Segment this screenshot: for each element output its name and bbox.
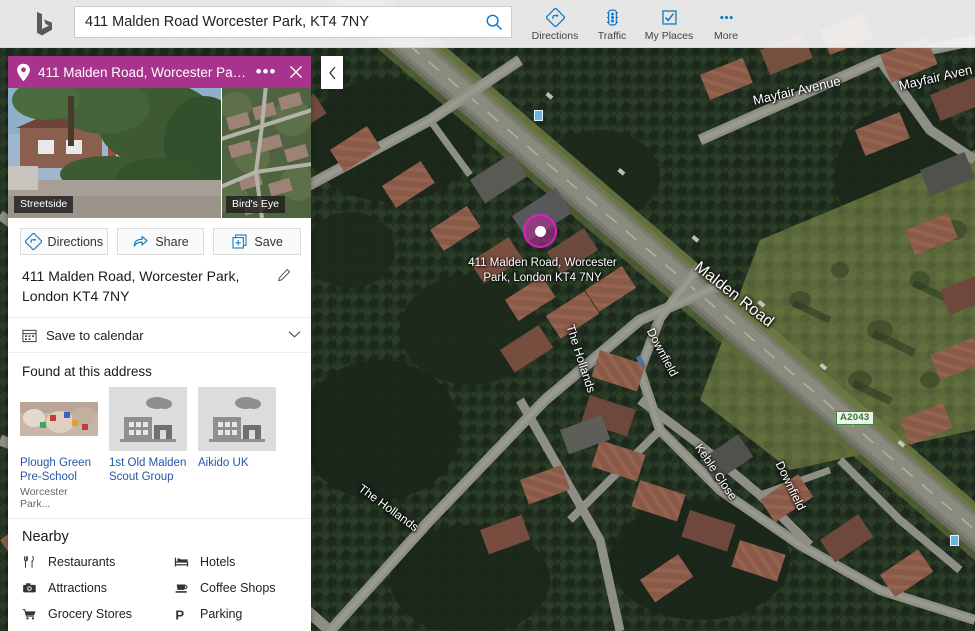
toolbar-item-my-places[interactable]: My Places [638,2,700,42]
chevron-left-icon [328,66,335,79]
address-text: 411 Malden Road, Worcester Park, London … [22,268,240,304]
directions-icon [545,6,565,28]
bing-maps-app: A2043 Mayfair Avenue Mayfair Aven Malden… [0,0,975,631]
business-name[interactable]: Aikido UK [198,457,276,471]
parking-p-icon: P [174,607,200,621]
directions-button[interactable]: Directions [20,228,108,255]
save-button-label: Save [254,234,283,249]
address-block: 411 Malden Road, Worcester Park, London … [8,264,311,317]
bing-logo-icon[interactable] [28,8,60,40]
camera-icon [22,581,48,595]
save-plus-icon [232,234,247,249]
nearby-item-restaurants[interactable]: Restaurants [22,549,174,575]
toolbar-items: Directions Traffic My Places More [524,2,752,42]
share-button-label: Share [155,234,189,249]
nearby-item-attractions[interactable]: Attractions [22,575,174,601]
business-thumbnail-placeholder [109,387,187,451]
ellipsis-icon: ••• [255,62,277,81]
nearby-item-hotels[interactable]: Hotels [174,549,311,575]
panel-more-button[interactable]: ••• [251,56,281,88]
birdseye-thumbnail[interactable]: Bird's Eye [221,88,311,218]
share-icon [134,235,148,247]
streetside-label: Streetside [14,196,74,213]
toolbar-label-traffic: Traffic [597,30,627,42]
cutlery-icon [22,555,48,569]
business-name[interactable]: 1st Old Malden Scout Group [109,457,187,484]
business-location: Worcester Park... [20,486,68,510]
business-thumbnail-photo [20,387,98,451]
nearby-item-grocery-stores[interactable]: Grocery Stores [22,601,174,627]
search-box[interactable] [74,6,512,38]
address-edit-button[interactable] [277,266,299,287]
traffic-light-icon [603,6,622,28]
nearby-item-coffee-shops[interactable]: Coffee Shops [174,575,311,601]
close-icon [290,66,302,78]
toolbar-item-directions[interactable]: Directions [524,2,586,42]
panel-header: 411 Malden Road, Worcester Park, L... ••… [8,56,311,88]
pin-center-dot [534,225,546,237]
panel-title: 411 Malden Road, Worcester Park, L... [38,64,251,80]
toolbar-label-more: More [714,30,738,42]
bed-icon [174,555,200,569]
streetside-thumbnail[interactable]: Streetside [8,88,221,218]
business-thumbnail-placeholder [198,387,276,451]
coffee-cup-icon [174,581,200,595]
map-poi-icon[interactable] [534,110,543,121]
toolbar-item-traffic[interactable]: Traffic [588,2,636,42]
nearby-label: Attractions [48,581,108,595]
found-at-address-title: Found at this address [22,364,152,379]
save-button[interactable]: Save [213,228,302,255]
nearby-item-search[interactable]: Search [22,627,174,631]
nearby-title: Nearby [22,529,69,545]
nearby-item-parking[interactable]: P Parking [174,601,311,627]
business-name[interactable]: Plough Green Pre-School [20,457,98,484]
panel-close-button[interactable] [281,56,311,88]
save-to-calendar-row[interactable]: Save to calendar [8,318,311,352]
search-icon [486,14,502,30]
top-toolbar: Directions [0,0,975,48]
panel-hero-images: Streetside Bird's Eye [8,88,311,218]
calendar-icon [22,328,46,343]
share-button[interactable]: Share [116,228,205,255]
birdseye-label: Bird's Eye [226,196,285,213]
search-button[interactable] [477,7,511,37]
shopping-cart-icon [22,607,48,621]
toolbar-item-more[interactable]: More [702,2,750,42]
save-to-calendar-label: Save to calendar [46,327,144,343]
svg-text:P: P [175,607,184,621]
found-at-address-cards: Plough Green Pre-School Worcester Park..… [8,387,311,518]
nearby-label: Coffee Shops [200,581,276,595]
nearby-label: Grocery Stores [48,607,133,621]
checkbox-icon [660,6,679,28]
nearby-label: Parking [200,607,243,621]
nearby-label: Hotels [200,555,236,569]
directions-button-label: Directions [47,234,104,249]
road-shield-a2043: A2043 [836,411,874,425]
panel-collapse-button[interactable] [321,56,343,89]
toolbar-label-directions: Directions [531,30,579,42]
directions-icon [24,233,42,250]
search-input[interactable] [75,7,477,37]
business-card-scout-group[interactable]: 1st Old Malden Scout Group [109,387,187,510]
business-card-plough-green[interactable]: Plough Green Pre-School Worcester Park..… [20,387,98,510]
map-poi-icon[interactable] [950,535,959,546]
panel-action-buttons: Directions Share Save [8,218,311,264]
nearby-label: Restaurants [48,555,116,569]
map-pin-icon [8,63,38,82]
pencil-icon [278,268,291,282]
ellipsis-icon [717,6,736,28]
map-result-pin[interactable] [523,214,557,248]
place-details-panel: 411 Malden Road, Worcester Park, L... ••… [8,56,311,631]
chevron-down-icon[interactable] [283,326,301,344]
toolbar-label-my-places: My Places [644,30,694,42]
nearby-grid: Restaurants Hotels Attractions Coffee Sh… [8,549,311,631]
business-card-aikido-uk[interactable]: Aikido UK [198,387,276,510]
